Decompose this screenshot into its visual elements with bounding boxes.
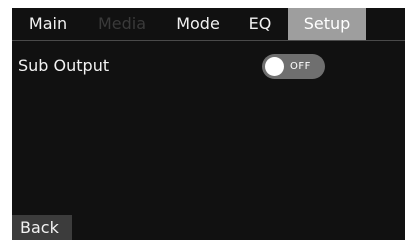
sub-output-label: Sub Output xyxy=(18,56,110,75)
tab-setup[interactable]: Setup xyxy=(288,8,366,40)
tab-main[interactable]: Main xyxy=(14,8,82,40)
sub-output-toggle[interactable]: OFF xyxy=(262,54,325,79)
tab-eq[interactable]: EQ xyxy=(240,8,280,40)
app-screen: Main Media Mode EQ Setup Sub Output OFF … xyxy=(12,8,405,240)
toggle-knob xyxy=(265,57,284,76)
toggle-state-text: OFF xyxy=(290,61,311,72)
sub-output-setting-row: Sub Output OFF xyxy=(12,54,405,80)
tab-bar: Main Media Mode EQ Setup xyxy=(12,8,405,41)
tab-mode[interactable]: Mode xyxy=(166,8,230,40)
back-button[interactable]: Back xyxy=(12,215,72,240)
tab-media: Media xyxy=(97,14,147,33)
